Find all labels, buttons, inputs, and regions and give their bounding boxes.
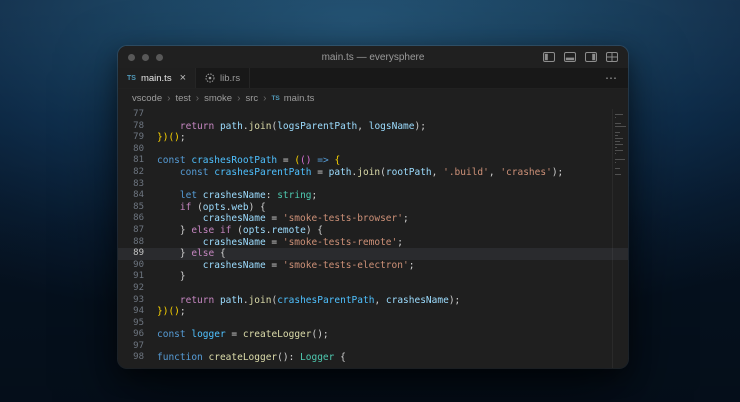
customize-layout-icon[interactable] xyxy=(606,52,618,62)
breadcrumb-item-smoke[interactable]: smoke xyxy=(204,93,232,104)
line-number: 95 xyxy=(118,318,144,330)
line-number: 97 xyxy=(118,341,144,353)
line-content: crashesName = 'smoke-tests-electron'; xyxy=(157,260,414,272)
line-number: 92 xyxy=(118,283,144,295)
more-actions-icon[interactable]: ⋯ xyxy=(595,68,628,88)
line-content: return path.join(logsParentPath, logsNam… xyxy=(157,121,426,133)
line-number: 79 xyxy=(118,132,144,144)
line-content: let crashesName: string; xyxy=(157,190,317,202)
line-number: 80 xyxy=(118,144,144,156)
line-number: 78 xyxy=(118,121,144,133)
breadcrumb-separator: › xyxy=(237,93,240,104)
toggle-primary-sidebar-icon[interactable] xyxy=(543,52,555,62)
tab-label: lib.rs xyxy=(220,73,240,84)
code-line-91[interactable]: 91 } xyxy=(118,271,628,283)
code-line-79[interactable]: 79 })(); xyxy=(118,132,628,144)
line-content: const logger = createLogger(); xyxy=(157,329,329,341)
code-line-95[interactable]: 95 xyxy=(118,318,628,330)
code-line-90[interactable]: 90 crashesName = 'smoke-tests-electron'; xyxy=(118,260,628,272)
line-content: crashesName = 'smoke-tests-remote'; xyxy=(157,237,403,249)
code-line-88[interactable]: 88 crashesName = 'smoke-tests-remote'; xyxy=(118,237,628,249)
close-tab-icon[interactable]: × xyxy=(180,73,186,84)
breadcrumbs: vscode › test › smoke › src › TS main.ts xyxy=(118,89,628,107)
zoom-window-button[interactable] xyxy=(156,54,163,61)
line-number: 96 xyxy=(118,329,144,341)
toggle-panel-icon[interactable] xyxy=(564,52,576,62)
code-line-77[interactable]: 77 xyxy=(118,109,628,121)
typescript-icon: TS xyxy=(271,95,279,102)
breadcrumb-separator: › xyxy=(196,93,199,104)
tab-lib-rs[interactable]: lib.rs xyxy=(196,68,250,88)
close-window-button[interactable] xyxy=(128,54,135,61)
code-line-94[interactable]: 94 })(); xyxy=(118,306,628,318)
tabbar-spacer xyxy=(250,68,595,88)
toggle-secondary-sidebar-icon[interactable] xyxy=(585,52,597,62)
typescript-icon: TS xyxy=(127,75,136,82)
line-number: 98 xyxy=(118,352,144,364)
line-content: crashesName = 'smoke-tests-browser'; xyxy=(157,213,409,225)
line-number: 84 xyxy=(118,190,144,202)
code-line-93[interactable]: 93 return path.join(crashesParentPath, c… xyxy=(118,295,628,307)
breadcrumb-item-test[interactable]: test xyxy=(175,93,190,104)
line-number: 81 xyxy=(118,155,144,167)
code-line-82[interactable]: 82 const crashesParentPath = path.join(r… xyxy=(118,167,628,179)
line-number: 82 xyxy=(118,167,144,179)
code-line-83[interactable]: 83 xyxy=(118,179,628,191)
breadcrumb-item-main-ts[interactable]: main.ts xyxy=(284,93,315,104)
line-number: 89 xyxy=(118,248,144,260)
line-content: } else if (opts.remote) { xyxy=(157,225,323,237)
traffic-lights xyxy=(128,54,163,61)
titlebar[interactable]: main.ts — everysphere xyxy=(118,46,628,68)
line-number: 94 xyxy=(118,306,144,318)
line-number: 83 xyxy=(118,179,144,191)
rust-gear-icon xyxy=(205,73,215,83)
code-lines: 7778 return path.join(logsParentPath, lo… xyxy=(118,109,628,364)
code-line-85[interactable]: 85 if (opts.web) { xyxy=(118,202,628,214)
breadcrumb-item-vscode[interactable]: vscode xyxy=(132,93,162,104)
code-line-96[interactable]: 96 const logger = createLogger(); xyxy=(118,329,628,341)
line-content: })(); xyxy=(157,132,186,144)
code-line-98[interactable]: 98 function createLogger(): Logger { xyxy=(118,352,628,364)
line-content: })(); xyxy=(157,306,186,318)
code-line-81[interactable]: 81 const crashesRootPath = (() => { xyxy=(118,155,628,167)
line-number: 77 xyxy=(118,109,144,121)
line-content: } else { xyxy=(157,248,226,260)
line-number: 85 xyxy=(118,202,144,214)
breadcrumb-item-src[interactable]: src xyxy=(245,93,258,104)
titlebar-actions xyxy=(543,52,618,62)
line-content: } xyxy=(157,271,186,283)
tab-label: main.ts xyxy=(141,73,172,84)
line-content: const crashesParentPath = path.join(root… xyxy=(157,167,563,179)
tab-main-ts[interactable]: TS main.ts × xyxy=(118,68,196,88)
code-line-92[interactable]: 92 xyxy=(118,283,628,295)
line-number: 90 xyxy=(118,260,144,272)
line-number: 86 xyxy=(118,213,144,225)
code-line-97[interactable]: 97 xyxy=(118,341,628,353)
breadcrumb-separator: › xyxy=(263,93,266,104)
line-content: const crashesRootPath = (() => { xyxy=(157,155,340,167)
editor-window: main.ts — everysphere TS main.ts xyxy=(118,46,628,368)
code-line-80[interactable]: 80 xyxy=(118,144,628,156)
line-content: if (opts.web) { xyxy=(157,202,266,214)
line-number: 87 xyxy=(118,225,144,237)
desktop-background: main.ts — everysphere TS main.ts xyxy=(0,0,740,402)
tab-bar: TS main.ts × lib.rs ⋯ xyxy=(118,68,628,89)
code-editor[interactable]: 7778 return path.join(logsParentPath, lo… xyxy=(118,107,628,368)
code-line-87[interactable]: 87 } else if (opts.remote) { xyxy=(118,225,628,237)
line-number: 88 xyxy=(118,237,144,249)
minimap[interactable] xyxy=(612,109,627,368)
line-number: 93 xyxy=(118,295,144,307)
code-line-84[interactable]: 84 let crashesName: string; xyxy=(118,190,628,202)
code-line-86[interactable]: 86 crashesName = 'smoke-tests-browser'; xyxy=(118,213,628,225)
breadcrumb-separator: › xyxy=(167,93,170,104)
minimize-window-button[interactable] xyxy=(142,54,149,61)
code-line-89[interactable]: 89 } else { xyxy=(118,248,628,260)
code-line-78[interactable]: 78 return path.join(logsParentPath, logs… xyxy=(118,121,628,133)
line-content: return path.join(crashesParentPath, cras… xyxy=(157,295,460,307)
line-number: 91 xyxy=(118,271,144,283)
line-content: function createLogger(): Logger { xyxy=(157,352,346,364)
